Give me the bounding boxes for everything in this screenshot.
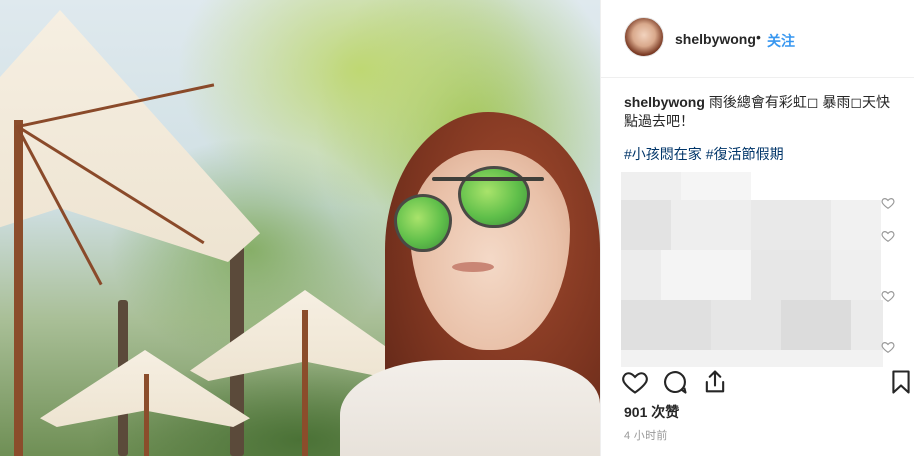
bookmark-icon[interactable] [887, 368, 914, 396]
post-header: shelbywong • 关注 [601, 0, 914, 78]
action-bar [601, 364, 914, 400]
blurred-comments [621, 172, 883, 367]
caption-username[interactable]: shelbywong [624, 94, 705, 110]
hashtag-link[interactable]: #復活節假期 [706, 146, 784, 162]
follow-button[interactable]: 关注 [767, 31, 795, 51]
small-heart-icon[interactable] [881, 229, 895, 243]
small-heart-icon[interactable] [881, 289, 895, 303]
avatar[interactable] [624, 17, 664, 57]
post-caption: shelbywong 雨後總會有彩虹◻ 暴雨◻天快點過去吧！ [624, 93, 904, 131]
share-icon[interactable] [701, 368, 729, 396]
person-shirt [340, 360, 600, 456]
likes-count[interactable]: 901 次赞 [624, 402, 679, 422]
small-heart-icon[interactable] [881, 340, 895, 354]
hashtag-link[interactable]: #小孩悶在家 [624, 146, 702, 162]
sunglasses-bridge [432, 177, 544, 181]
person-lips [452, 262, 494, 272]
post-timestamp[interactable]: 4 小时前 [624, 427, 668, 443]
header-username[interactable]: shelbywong [675, 31, 756, 47]
header-separator: • [756, 29, 761, 45]
post-photo[interactable] [0, 0, 600, 456]
comment-icon[interactable] [661, 368, 689, 396]
hashtag-list: #小孩悶在家 #復活節假期 [624, 144, 788, 164]
heart-icon[interactable] [621, 368, 649, 396]
post-side-panel: shelbywong • 关注 shelbywong 雨後總會有彩虹◻ 暴雨◻天快… [600, 0, 914, 456]
small-heart-icon[interactable] [881, 196, 895, 210]
umbrella [40, 350, 250, 456]
